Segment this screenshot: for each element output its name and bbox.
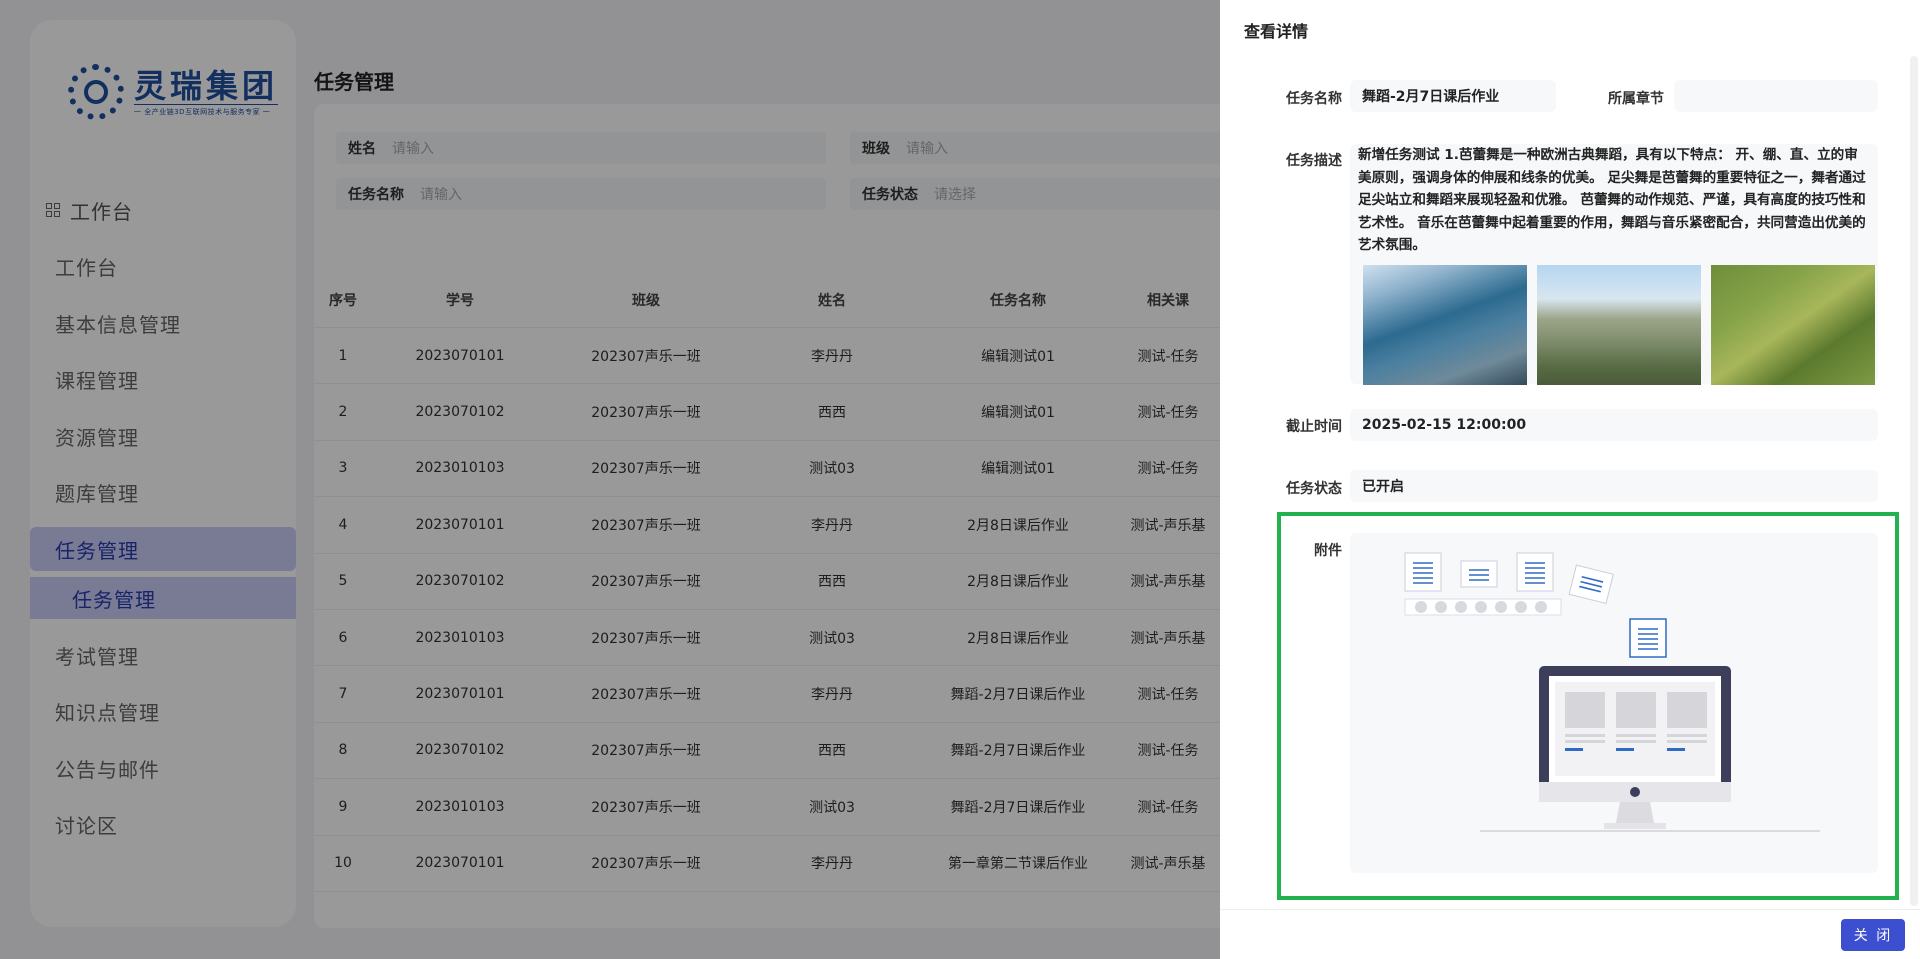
description-images <box>1363 265 1875 385</box>
close-button[interactable]: 关 闭 <box>1841 919 1905 951</box>
drawer-scrollbar[interactable] <box>1910 56 1918 906</box>
task-name-value: 舞蹈-2月7日课后作业 <box>1350 80 1556 112</box>
drawer-footer-divider <box>1220 909 1920 910</box>
deadline-value: 2025-02-15 12:00:00 <box>1350 409 1878 441</box>
drawer-title: 查看详情 <box>1244 22 1309 41</box>
wetland-aerial-photo[interactable] <box>1711 265 1875 385</box>
description-label: 任务描述 <box>1286 153 1342 169</box>
status-value: 已开启 <box>1350 470 1878 502</box>
status-label: 任务状态 <box>1286 481 1342 497</box>
description-text: 新增任务测试 1.芭蕾舞是一种欧洲古典舞蹈，具有以下特点： 开、绷、直、立的审美… <box>1358 147 1866 253</box>
chapter-value <box>1674 80 1878 112</box>
city-coast-photo[interactable] <box>1363 265 1527 385</box>
task-name-label: 任务名称 <box>1286 91 1342 107</box>
deadline-label: 截止时间 <box>1286 419 1342 435</box>
campus-aerial-photo[interactable] <box>1537 265 1701 385</box>
attachment-highlight-frame <box>1277 512 1899 900</box>
chapter-label: 所属章节 <box>1608 91 1664 107</box>
